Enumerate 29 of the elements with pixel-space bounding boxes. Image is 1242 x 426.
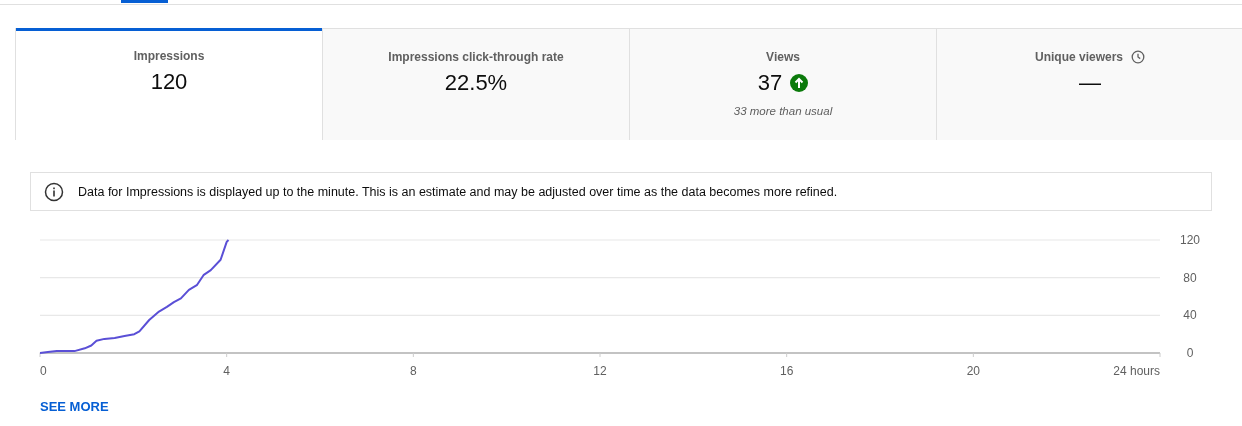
metric-label: Views — [766, 50, 800, 64]
metric-value: 120 — [150, 69, 188, 95]
info-icon — [44, 181, 64, 202]
x-tick-label: 24 hours — [1113, 364, 1160, 378]
notice-text: Data for Impressions is displayed up to the minute. This is an estimate and may be adjusted over time as the data becomes more refined. — [78, 184, 838, 199]
y-tick-label: 120 — [1180, 233, 1200, 247]
metric-label: Impressions — [133, 49, 205, 63]
y-tick-label: 40 — [1183, 308, 1197, 323]
metric-tab[interactable]: Views 37 33 more than usual — [629, 29, 936, 140]
metric-tab[interactable]: Impressions 120 — [15, 28, 322, 140]
tab-indicator — [121, 0, 168, 3]
metric-tab[interactable]: Impressions click-through rate 22.5% — [322, 29, 629, 140]
x-tick-label: 0 — [40, 364, 47, 378]
metric-note: 33 more than usual — [733, 105, 833, 117]
metric-value: 37 — [757, 70, 783, 96]
metric-value: 22.5% — [444, 70, 508, 96]
y-tick-label: 0 — [1186, 346, 1194, 360]
metric-tab[interactable]: Unique viewers — — [936, 29, 1242, 140]
y-tick-label: 80 — [1183, 270, 1197, 285]
x-tick-label: 8 — [410, 364, 417, 378]
metric-label: Impressions click-through rate — [388, 50, 564, 64]
metric-label: Unique viewers — [1035, 50, 1123, 64]
x-tick-label: 4 — [223, 364, 230, 378]
x-tick-label: 16 — [780, 364, 794, 378]
x-tick-label: 12 — [593, 364, 607, 378]
clock-icon — [1131, 50, 1145, 64]
metric-value: — — [1079, 70, 1101, 96]
x-tick-label: 20 — [966, 364, 980, 378]
see-more-link[interactable]: SEE MORE — [40, 399, 109, 414]
